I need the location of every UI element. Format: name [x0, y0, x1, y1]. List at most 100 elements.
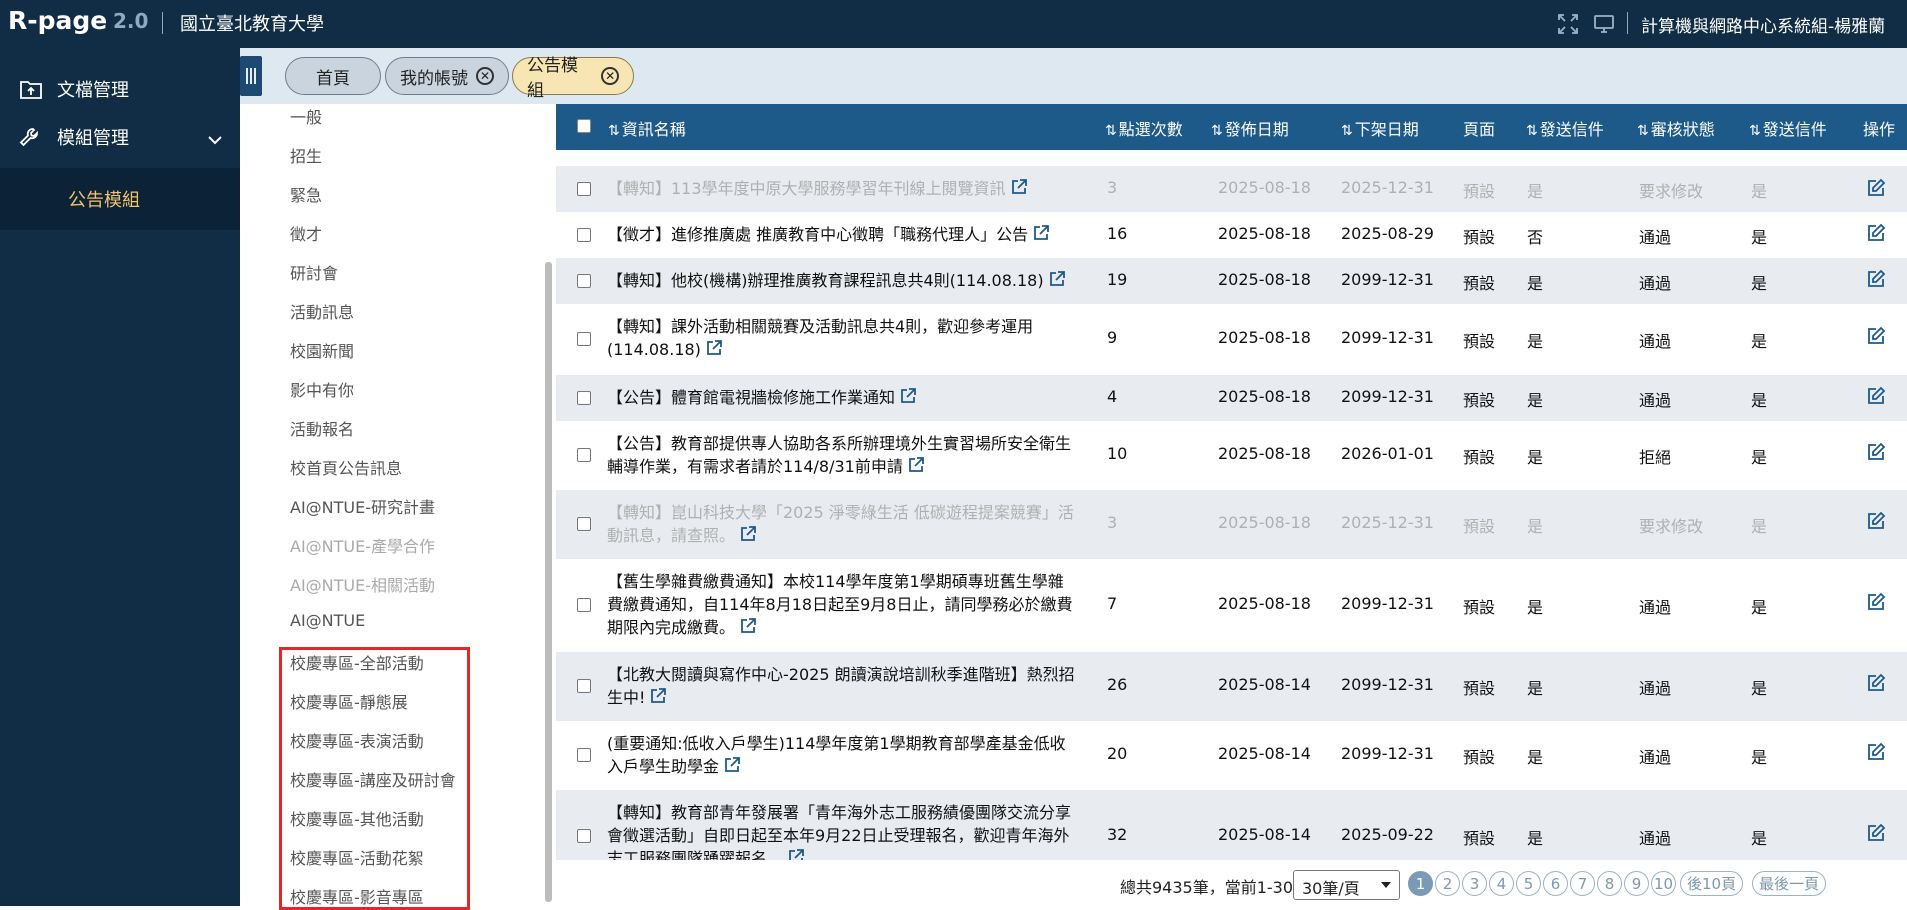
column-header-send-mail[interactable]: ⇅ 發送信件	[1526, 116, 1604, 140]
column-header-review-status[interactable]: ⇅ 審核狀態	[1637, 116, 1715, 140]
close-icon[interactable]: ✕	[601, 67, 619, 85]
category-item[interactable]: AI@NTUE-研究計畫	[290, 494, 435, 518]
sidebar-toggle-button[interactable]	[240, 56, 262, 96]
row-title[interactable]: 【轉知】課外活動相關競賽及活動訊息共4則，歡迎參考運用(114.08.18)	[607, 315, 1077, 363]
row-checkbox[interactable]	[577, 391, 591, 405]
edit-icon[interactable]	[1866, 442, 1886, 466]
table-row[interactable]: 【轉知】課外活動相關競賽及活動訊息共4則，歡迎參考運用(114.08.18) 9…	[556, 304, 1907, 375]
page-button-4[interactable]: 4	[1489, 871, 1514, 896]
category-item[interactable]: AI@NTUE-產學合作	[290, 533, 435, 557]
row-title[interactable]: 【轉知】113學年度中原大學服務學習年刊線上閱覽資訊	[607, 177, 1077, 202]
table-row[interactable]: 【公告】教育部提供專人協助各系所辦理境外生實習場所安全衛生輔導作業，有需求者請於…	[556, 421, 1907, 490]
row-title[interactable]: 【轉知】他校(機構)辦理推廣教育課程訊息共4則(114.08.18)	[607, 269, 1077, 294]
category-item[interactable]: 緊急	[290, 182, 322, 206]
column-header-clicks[interactable]: ⇅ 點選次數	[1105, 116, 1183, 140]
column-header-title[interactable]: ⇅ 資訊名稱	[608, 116, 686, 140]
edit-icon[interactable]	[1866, 823, 1886, 847]
external-link-icon[interactable]	[705, 339, 723, 363]
row-checkbox[interactable]	[577, 679, 591, 693]
close-icon[interactable]: ✕	[476, 67, 494, 85]
row-checkbox[interactable]	[577, 182, 591, 196]
edit-icon[interactable]	[1866, 326, 1886, 350]
page-button-2[interactable]: 2	[1435, 871, 1460, 896]
tab-home[interactable]: 首頁	[285, 57, 381, 95]
external-link-icon[interactable]	[787, 848, 805, 860]
page-button-8[interactable]: 8	[1597, 871, 1622, 896]
column-header-unpublish-date[interactable]: ⇅ 下架日期	[1341, 116, 1419, 140]
select-all-checkbox[interactable]	[577, 119, 591, 133]
category-item[interactable]: 影中有你	[290, 377, 354, 401]
category-item[interactable]: 活動報名	[290, 416, 354, 440]
app-logo[interactable]: R-page	[8, 6, 107, 35]
row-checkbox[interactable]	[577, 332, 591, 346]
user-name[interactable]: 計算機與網路中心系統組-楊雅蘭	[1641, 12, 1885, 37]
category-item[interactable]: 一般	[290, 104, 322, 128]
row-title[interactable]: 【公告】體育館電視牆檢修施工作業通知	[607, 386, 1077, 411]
table-row[interactable]: 【徵才】進修推廣處 推廣教育中心徵聘「職務代理人」公告 16 2025-08-1…	[556, 212, 1907, 258]
tab-announcement-module[interactable]: 公告模組 ✕	[512, 56, 634, 101]
row-checkbox[interactable]	[577, 274, 591, 288]
row-checkbox[interactable]	[577, 598, 591, 612]
table-row[interactable]: (重要通知:低收入戶學生)114學年度第1學期教育部學產基金低收入戶學生助學金 …	[556, 721, 1907, 790]
external-link-icon[interactable]	[907, 456, 925, 480]
category-item[interactable]: 招生	[290, 143, 322, 167]
external-link-icon[interactable]	[649, 687, 667, 711]
category-item[interactable]: AI@NTUE-相關活動	[290, 572, 435, 596]
category-scrollbar[interactable]	[545, 262, 552, 902]
category-item[interactable]: 校首頁公告訊息	[290, 455, 402, 479]
table-row[interactable]: 【舊生學雜費繳費通知】本校114學年度第1學期碩專班舊生學雜費繳費通知，自114…	[556, 559, 1907, 652]
last-page-button[interactable]: 最後一頁	[1752, 871, 1827, 896]
page-button-3[interactable]: 3	[1462, 871, 1487, 896]
monitor-icon[interactable]	[1592, 12, 1616, 36]
table-row[interactable]: 【轉知】崑山科技大學「2025 淨零綠生活 低碳遊程提案競賽」活動訊息，請查照。…	[556, 490, 1907, 559]
external-link-icon[interactable]	[1032, 224, 1050, 248]
table-row[interactable]: 【公告】體育館電視牆檢修施工作業通知 4 2025-08-18 2099-12-…	[556, 375, 1907, 421]
category-item[interactable]: 研討會	[290, 260, 338, 284]
edit-icon[interactable]	[1866, 592, 1886, 616]
external-link-icon[interactable]	[1048, 270, 1066, 294]
sidebar-subitem-announcements[interactable]: 公告模組	[0, 168, 240, 230]
row-title[interactable]: 【轉知】崑山科技大學「2025 淨零綠生活 低碳遊程提案競賽」活動訊息，請查照。	[607, 501, 1077, 549]
page-button-1[interactable]: 1	[1408, 871, 1433, 896]
edit-icon[interactable]	[1866, 673, 1886, 697]
row-title[interactable]: 【公告】教育部提供專人協助各系所辦理境外生實習場所安全衛生輔導作業，有需求者請於…	[607, 432, 1077, 480]
row-title[interactable]: 【舊生學雜費繳費通知】本校114學年度第1學期碩專班舊生學雜費繳費通知，自114…	[607, 570, 1077, 641]
external-link-icon[interactable]	[899, 387, 917, 411]
row-title[interactable]: 【徵才】進修推廣處 推廣教育中心徵聘「職務代理人」公告	[607, 223, 1077, 248]
table-row[interactable]: 【轉知】教育部青年發展署「青年海外志工服務績優團隊交流分享會徵選活動」自即日起至…	[556, 790, 1907, 860]
category-item[interactable]: AI@NTUE	[290, 611, 365, 630]
row-checkbox[interactable]	[577, 829, 591, 843]
edit-icon[interactable]	[1866, 178, 1886, 202]
fullscreen-icon[interactable]	[1556, 12, 1580, 36]
category-item[interactable]: 徵才	[290, 221, 322, 245]
table-row[interactable]: 【轉知】113學年度中原大學服務學習年刊線上閱覽資訊 3 2025-08-18 …	[556, 166, 1907, 212]
column-header-publish-date[interactable]: ⇅ 發佈日期	[1211, 116, 1289, 140]
sidebar-item-documents[interactable]: 文檔管理	[0, 66, 240, 112]
row-title[interactable]: 【轉知】教育部青年發展署「青年海外志工服務績優團隊交流分享會徵選活動」自即日起至…	[607, 801, 1077, 860]
per-page-select[interactable]: 30筆/頁	[1293, 870, 1400, 900]
row-checkbox[interactable]	[577, 228, 591, 242]
category-item[interactable]: 校園新聞	[290, 338, 354, 362]
row-checkbox[interactable]	[577, 748, 591, 762]
table-row[interactable]: 【轉知】他校(機構)辦理推廣教育課程訊息共4則(114.08.18) 19 20…	[556, 258, 1907, 304]
next-10-pages-button[interactable]: 後10頁	[1680, 871, 1744, 896]
row-checkbox[interactable]	[577, 448, 591, 462]
edit-icon[interactable]	[1866, 742, 1886, 766]
external-link-icon[interactable]	[739, 525, 757, 549]
row-title[interactable]: (重要通知:低收入戶學生)114學年度第1學期教育部學產基金低收入戶學生助學金	[607, 732, 1077, 780]
edit-icon[interactable]	[1866, 223, 1886, 247]
category-item[interactable]: 活動訊息	[290, 299, 354, 323]
tab-my-account[interactable]: 我的帳號 ✕	[385, 57, 509, 95]
edit-icon[interactable]	[1866, 386, 1886, 410]
external-link-icon[interactable]	[739, 617, 757, 641]
external-link-icon[interactable]	[1010, 178, 1028, 202]
page-button-5[interactable]: 5	[1516, 871, 1541, 896]
page-button-6[interactable]: 6	[1543, 871, 1568, 896]
edit-icon[interactable]	[1866, 269, 1886, 293]
sidebar-item-modules[interactable]: 模組管理	[0, 114, 240, 160]
table-row[interactable]: 【北教大閱讀與寫作中心-2025 朗讀演說培訓秋季進階班】熱烈招生中! 26 2…	[556, 652, 1907, 721]
edit-icon[interactable]	[1866, 511, 1886, 535]
page-button-9[interactable]: 9	[1624, 871, 1649, 896]
page-button-10[interactable]: 10	[1651, 871, 1676, 896]
page-button-7[interactable]: 7	[1570, 871, 1595, 896]
